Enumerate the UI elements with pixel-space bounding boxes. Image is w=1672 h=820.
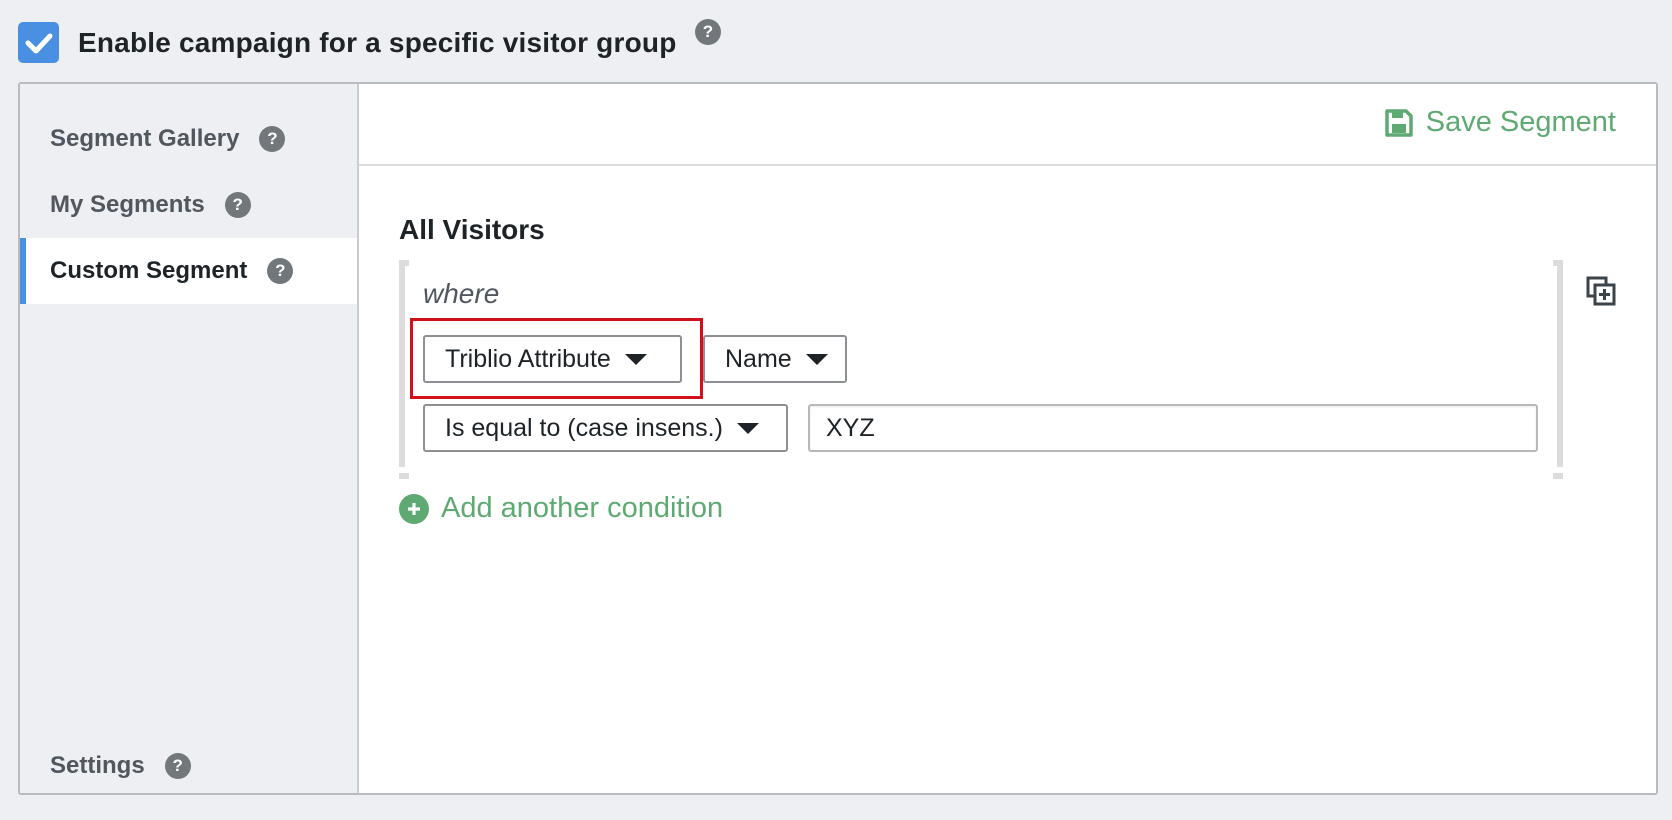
segment-editor: Save Segment All Visitors where Triblio … <box>359 84 1656 793</box>
sidebar-item-custom-segment[interactable]: Custom Segment ? <box>20 238 357 304</box>
enable-campaign-checkbox[interactable] <box>18 22 59 63</box>
operator-dropdown[interactable]: Is equal to (case insens.) <box>423 404 788 452</box>
dropdown-value: Name <box>725 344 792 373</box>
segment-panel: Segment Gallery ? My Segments ? Custom S… <box>18 82 1658 795</box>
condition-group: where Triblio Attribute Name Is equal to… <box>399 260 1563 479</box>
dropdown-value: Triblio Attribute <box>445 344 611 373</box>
enable-campaign-row: Enable campaign for a specific visitor g… <box>18 19 721 63</box>
sidebar-item-my-segments[interactable]: My Segments ? <box>20 172 357 238</box>
sidebar-item-label: Custom Segment <box>50 257 248 284</box>
checkmark-icon <box>25 33 52 53</box>
add-condition-label: Add another condition <box>441 492 724 524</box>
caret-down-icon <box>805 353 828 365</box>
attribute-name-dropdown[interactable]: Name <box>703 335 847 383</box>
enable-campaign-label: Enable campaign for a specific visitor g… <box>78 26 677 58</box>
sidebar-item-segment-gallery[interactable]: Segment Gallery ? <box>20 106 357 172</box>
segment-sidebar: Segment Gallery ? My Segments ? Custom S… <box>20 84 359 793</box>
help-icon[interactable]: ? <box>267 258 294 284</box>
help-icon[interactable]: ? <box>224 192 251 218</box>
sidebar-item-label: My Segments <box>50 191 205 218</box>
condition-value-input[interactable] <box>808 404 1538 452</box>
save-segment-button[interactable]: Save Segment <box>1384 106 1616 139</box>
plus-circle-icon <box>399 493 429 524</box>
attribute-type-dropdown[interactable]: Triblio Attribute <box>423 335 682 383</box>
dropdown-value: Is equal to (case insens.) <box>445 413 723 442</box>
where-label: where <box>423 278 500 309</box>
save-segment-label: Save Segment <box>1425 106 1616 138</box>
caret-down-icon <box>736 422 759 434</box>
duplicate-icon <box>1586 276 1616 306</box>
help-icon[interactable]: ? <box>164 753 191 779</box>
sidebar-item-label: Settings <box>50 752 145 779</box>
floppy-disk-icon <box>1385 108 1413 137</box>
duplicate-group-button[interactable] <box>1586 276 1616 311</box>
help-icon[interactable]: ? <box>259 126 286 152</box>
help-icon[interactable]: ? <box>695 19 721 45</box>
editor-header: Save Segment <box>359 84 1656 166</box>
group-title: All Visitors <box>399 214 545 245</box>
add-condition-button[interactable]: Add another condition <box>399 492 723 525</box>
caret-down-icon <box>624 353 647 365</box>
sidebar-item-settings[interactable]: Settings ? <box>20 741 357 791</box>
sidebar-item-label: Segment Gallery <box>50 125 240 152</box>
